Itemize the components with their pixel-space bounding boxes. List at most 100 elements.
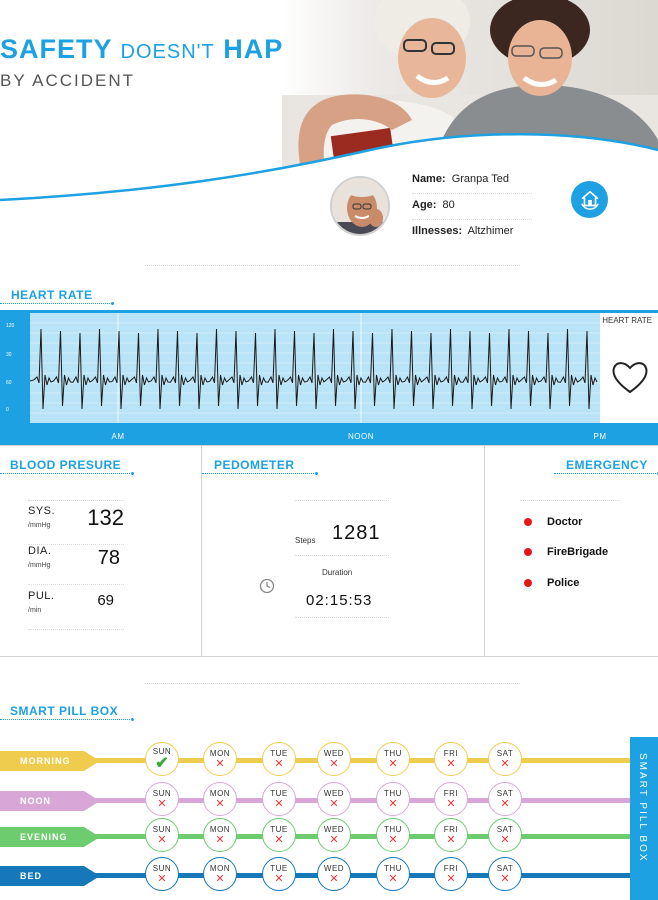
pill-day-label: SAT	[496, 748, 514, 758]
bp-diastolic-label: DIA.	[28, 545, 52, 557]
cross-icon: ✕	[274, 797, 284, 810]
pill-row-tag: MORNING	[0, 751, 102, 771]
pill-day-sat[interactable]: SAT ✕	[488, 857, 522, 891]
pill-day-label: WED	[323, 748, 345, 758]
pill-row-tag-tip	[84, 751, 100, 771]
pill-day-thu[interactable]: THU ✕	[376, 818, 410, 852]
pill-box-underline	[0, 718, 134, 721]
stats-divider	[484, 445, 485, 656]
pill-day-wed[interactable]: WED ✕	[317, 818, 351, 852]
blood-pressure-underline	[0, 472, 134, 475]
pill-row: EVENING SUN ✕ MON ✕ TUE ✕ WED ✕ THU ✕ FRI ✕ SAT ✕	[0, 818, 630, 856]
pill-day-label: SUN	[152, 788, 172, 798]
pill-day-sun[interactable]: SUN ✔	[145, 742, 179, 776]
pill-day-sun[interactable]: SUN ✕	[145, 857, 179, 891]
pill-day-sat[interactable]: SAT ✕	[488, 782, 522, 816]
pill-day-mon[interactable]: MON ✕	[203, 818, 237, 852]
divider	[295, 555, 389, 556]
pill-day-wed[interactable]: WED ✕	[317, 782, 351, 816]
bp-pulse-value: 69	[97, 592, 114, 609]
pill-row-tag: BED	[0, 866, 102, 886]
pill-day-label: TUE	[270, 863, 288, 873]
cross-icon: ✕	[215, 757, 225, 770]
emergency-contact-police[interactable]: Police	[524, 574, 579, 592]
pill-box-title: SMART PILL BOX	[10, 704, 119, 718]
pedometer-steps-label: Steps	[295, 536, 316, 545]
pill-box-side-tab: SMART PILL BOX	[630, 737, 658, 900]
hr-time-label-am: AM	[111, 432, 125, 441]
emergency-contact-firebrigade[interactable]: FireBrigade	[524, 543, 608, 561]
pill-day-label: TUE	[270, 748, 288, 758]
pill-day-thu[interactable]: THU ✕	[376, 782, 410, 816]
hr-y-label: 30	[6, 352, 12, 358]
pill-row-label: MORNING	[0, 751, 84, 771]
hr-y-label: 120	[6, 323, 15, 329]
pill-day-sat[interactable]: SAT ✕	[488, 742, 522, 776]
cross-icon: ✕	[446, 757, 456, 770]
pill-day-tue[interactable]: TUE ✕	[262, 742, 296, 776]
cross-icon: ✕	[329, 757, 339, 770]
hr-y-label: 60	[6, 380, 12, 386]
cross-icon: ✕	[329, 872, 339, 885]
status-dot	[524, 579, 532, 587]
pill-day-mon[interactable]: MON ✕	[203, 742, 237, 776]
emergency-contact-doctor[interactable]: Doctor	[524, 513, 582, 531]
pill-day-fri[interactable]: FRI ✕	[434, 782, 468, 816]
pill-row: NOON SUN ✕ MON ✕ TUE ✕ WED ✕ THU ✕ FRI ✕ SAT ✕	[0, 782, 630, 820]
pill-row-tag: EVENING	[0, 827, 102, 847]
cross-icon: ✕	[388, 833, 398, 846]
divider	[28, 500, 124, 501]
cross-icon: ✕	[274, 872, 284, 885]
pill-day-label: MON	[209, 748, 231, 758]
pill-row-tag-tip	[84, 791, 100, 811]
bp-pulse-unit: /min	[28, 607, 42, 614]
pill-day-label: SAT	[496, 863, 514, 873]
cross-icon: ✕	[215, 872, 225, 885]
pill-day-mon[interactable]: MON ✕	[203, 857, 237, 891]
pill-day-wed[interactable]: WED ✕	[317, 857, 351, 891]
heart-rate-side-label: HEART RATE	[602, 316, 652, 325]
patient-illness-value: Altzhimer	[467, 225, 514, 237]
cross-icon: ✕	[500, 797, 510, 810]
patient-info: Name: Granpa Ted Age: 80 Illnesses: Altz…	[412, 168, 532, 246]
pill-row: BED SUN ✕ MON ✕ TUE ✕ WED ✕ THU ✕ FRI ✕ SAT ✕	[0, 857, 630, 895]
cross-icon: ✕	[500, 833, 510, 846]
pill-day-wed[interactable]: WED ✕	[317, 742, 351, 776]
pill-day-fri[interactable]: FRI ✕	[434, 742, 468, 776]
pedometer-duration-label: Duration	[322, 568, 353, 577]
pill-day-tue[interactable]: TUE ✕	[262, 782, 296, 816]
pill-day-tue[interactable]: TUE ✕	[262, 818, 296, 852]
pill-day-sat[interactable]: SAT ✕	[488, 818, 522, 852]
pill-day-mon[interactable]: MON ✕	[203, 782, 237, 816]
pill-day-label: WED	[323, 788, 345, 798]
pedometer-steps-value: 1281	[332, 522, 381, 544]
bp-pulse-row: PUL. /min 69	[28, 590, 124, 630]
pill-day-fri[interactable]: FRI ✕	[434, 857, 468, 891]
patient-illness-label: Illnesses:	[412, 225, 463, 237]
patient-name-label: Name:	[412, 173, 446, 185]
pill-row-label: NOON	[0, 791, 84, 811]
heart-rate-side: HEART RATE	[600, 313, 658, 423]
bp-systolic-row: SYS. /mmHg 132	[28, 505, 124, 545]
stats-divider	[201, 445, 202, 656]
heart-rate-underline	[0, 302, 114, 305]
bp-systolic-label: SYS.	[28, 505, 56, 517]
stats-top-border	[0, 445, 658, 446]
cross-icon: ✕	[388, 797, 398, 810]
bp-systolic-unit: /mmHg	[28, 522, 51, 529]
pill-day-thu[interactable]: THU ✕	[376, 742, 410, 776]
emergency-underline	[554, 472, 658, 475]
pill-day-thu[interactable]: THU ✕	[376, 857, 410, 891]
hero-title-word-safety: SAFETY	[0, 34, 113, 64]
hero-title-word-doesnt: DOESN'T	[120, 41, 215, 63]
divider	[145, 683, 520, 684]
cross-icon: ✕	[274, 833, 284, 846]
bp-diastolic-unit: /mmHg	[28, 562, 51, 569]
pill-day-fri[interactable]: FRI ✕	[434, 818, 468, 852]
pill-day-tue[interactable]: TUE ✕	[262, 857, 296, 891]
home-button[interactable]	[571, 181, 608, 218]
pill-day-sun[interactable]: SUN ✕	[145, 782, 179, 816]
pill-day-sun[interactable]: SUN ✕	[145, 818, 179, 852]
emergency-contact-label: Police	[547, 577, 580, 589]
hero-banner: SAFETY DOESN'T HAPPEN BY ACCIDENT	[0, 0, 658, 262]
